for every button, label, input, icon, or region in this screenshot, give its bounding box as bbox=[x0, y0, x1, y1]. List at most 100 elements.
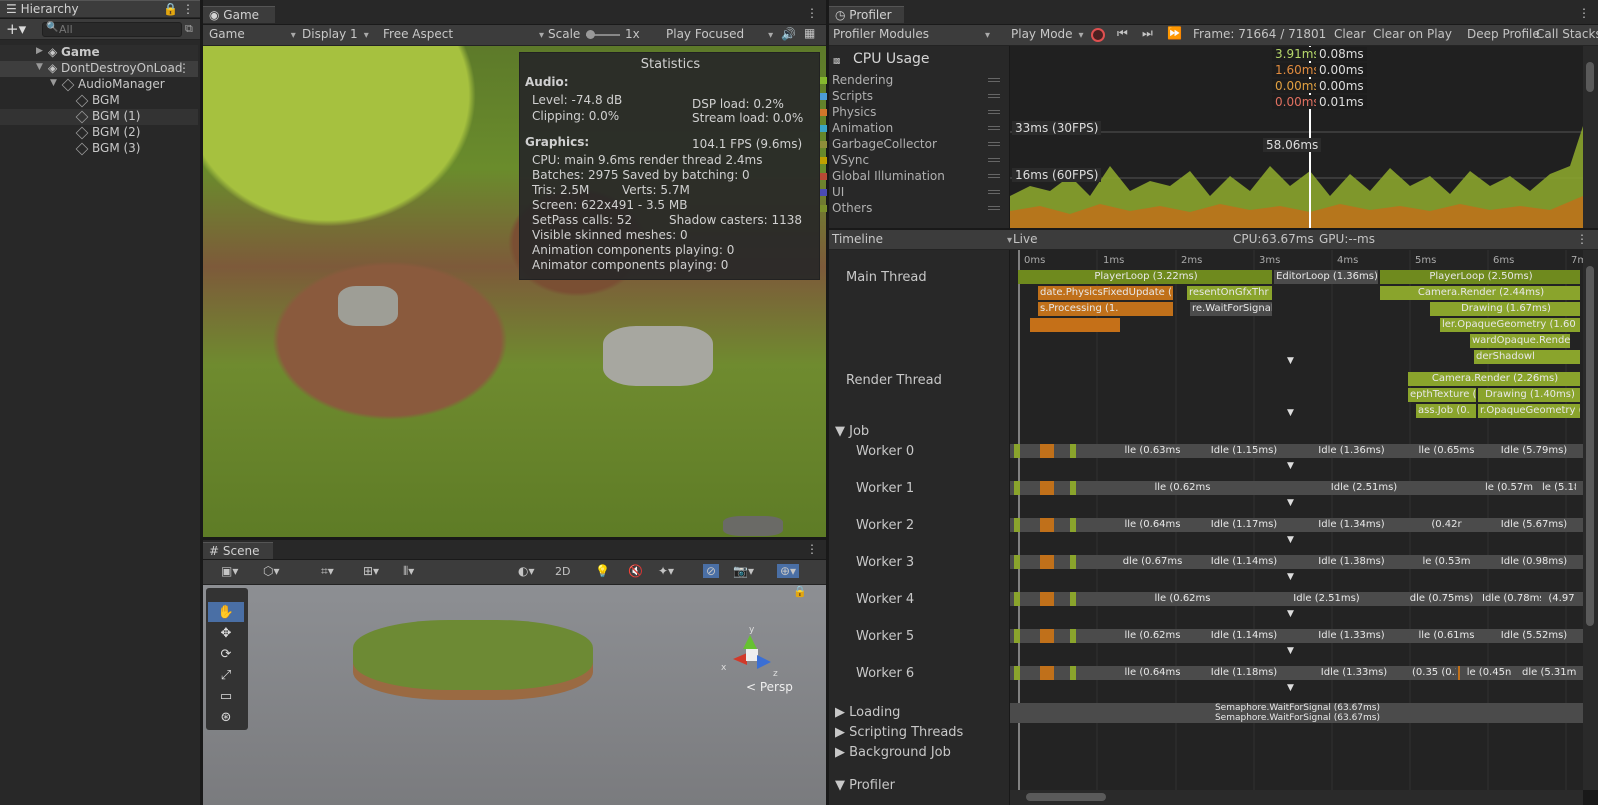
tree-item-bgm-3[interactable]: BGM (3) bbox=[0, 141, 198, 157]
worker-activity-sample[interactable] bbox=[1070, 629, 1076, 643]
add-icon[interactable]: +▾ bbox=[6, 20, 26, 38]
legend-item-rendering[interactable]: Rendering bbox=[820, 73, 1000, 87]
worker-activity-sample[interactable] bbox=[1040, 666, 1054, 680]
worker-6-label[interactable]: Worker 6 bbox=[856, 666, 914, 681]
worker-idle-sample[interactable]: le (5.18m bbox=[1540, 481, 1576, 495]
render-pass-job[interactable]: ass.Job (0. bbox=[1416, 404, 1476, 418]
expand-thread-icon[interactable]: ▼ bbox=[1287, 498, 1294, 508]
worker-activity-sample[interactable] bbox=[1014, 444, 1020, 458]
drag-handle-icon[interactable] bbox=[988, 126, 1000, 130]
lock-icon[interactable]: 🔒 bbox=[163, 2, 178, 16]
drag-handle-icon[interactable] bbox=[988, 206, 1000, 210]
drag-handle-icon[interactable] bbox=[988, 190, 1000, 194]
audio-mute-icon[interactable]: 🔊 bbox=[781, 27, 796, 41]
play-focused-dropdown[interactable]: Play Focused bbox=[666, 27, 773, 43]
legend-item-global-illumination[interactable]: Global Illumination bbox=[820, 169, 1000, 183]
legend-item-others[interactable]: Others bbox=[820, 201, 1000, 215]
worker-idle-sample[interactable]: Idle (1.33ms) bbox=[1300, 629, 1401, 643]
worker-idle-sample[interactable]: dle (0.75ms) bbox=[1405, 592, 1476, 606]
drag-handle-icon[interactable] bbox=[988, 158, 1000, 162]
worker-activity-sample[interactable] bbox=[1040, 592, 1054, 606]
scene-viewport[interactable]: y x z 🔒 < Persp bbox=[203, 585, 826, 805]
cpu-usage-chart[interactable]: 33ms (30FPS) 16ms (60FPS) 58.06ms 3.91ms… bbox=[1010, 46, 1583, 228]
grid-icon[interactable]: ⊞▾ bbox=[363, 564, 379, 578]
drag-handle-icon[interactable] bbox=[988, 78, 1000, 82]
worker-idle-sample[interactable]: Idle (1.18ms) bbox=[1190, 666, 1296, 680]
legend-swatch[interactable] bbox=[820, 189, 827, 196]
tree-item-bgm-2[interactable]: BGM (2) bbox=[0, 125, 198, 141]
expand-thread-icon[interactable]: ▼ bbox=[1287, 408, 1294, 418]
render-camera-render[interactable]: Camera.Render (2.26ms) bbox=[1408, 372, 1580, 386]
scrollbar-thumb[interactable] bbox=[1586, 62, 1594, 92]
worker-idle-sample[interactable]: (4.97 bbox=[1545, 592, 1576, 606]
sample-render-shadow[interactable]: derShadowl bbox=[1474, 350, 1580, 364]
worker-1-label[interactable]: Worker 1 bbox=[856, 481, 914, 496]
main-thread-label[interactable]: Main Thread bbox=[846, 270, 927, 285]
legend-item-physics[interactable]: Physics bbox=[820, 105, 1000, 119]
worker-idle-sample[interactable]: dle (0.67ms bbox=[1117, 555, 1186, 569]
worker-idle-sample[interactable]: Idle (1.38ms) bbox=[1300, 555, 1401, 569]
hierarchy-search-input[interactable] bbox=[42, 22, 182, 37]
worker-idle-sample[interactable]: lle (0.65ms bbox=[1405, 444, 1486, 458]
display-dropdown[interactable]: Display 1 bbox=[302, 27, 369, 43]
worker-idle-sample[interactable]: lle (0.64ms bbox=[1117, 666, 1186, 680]
worker-idle-sample[interactable]: lle (0.61ms bbox=[1405, 629, 1486, 643]
background-job-label[interactable]: ▶ Background Job bbox=[835, 745, 951, 760]
deep-profile-button[interactable]: Deep Profile bbox=[1467, 27, 1540, 41]
worker-idle-sample[interactable]: Idle (1.14ms) bbox=[1190, 629, 1296, 643]
move-tool-icon[interactable]: ✥ bbox=[208, 623, 244, 643]
worker-2-label[interactable]: Worker 2 bbox=[856, 518, 914, 533]
scrollbar-thumb[interactable] bbox=[1026, 793, 1106, 801]
render-depth-texture[interactable]: epthTexture ( bbox=[1408, 388, 1476, 402]
render-thread-label[interactable]: Render Thread bbox=[846, 373, 942, 388]
worker-activity-sample[interactable] bbox=[1040, 629, 1054, 643]
expand-thread-icon[interactable]: ▼ bbox=[1287, 461, 1294, 471]
worker-idle-sample[interactable]: Idle (5.79ms) bbox=[1490, 444, 1576, 458]
drag-handle-icon[interactable] bbox=[988, 142, 1000, 146]
play-mode-dropdown[interactable]: Play Mode bbox=[1011, 27, 1084, 43]
more-menu-icon[interactable]: ⋮ bbox=[178, 61, 190, 75]
more-menu-icon[interactable]: ⋮ bbox=[1578, 6, 1590, 20]
render-mode-icon[interactable]: ◐▾ bbox=[518, 564, 535, 578]
scale-slider-handle[interactable] bbox=[586, 30, 595, 39]
legend-item-garbagecollector[interactable]: GarbageCollector bbox=[820, 137, 1000, 151]
loading-semaphore-sample[interactable]: Semaphore.WaitForSignal (63.67ms) bbox=[1010, 703, 1583, 713]
timeline-vscrollbar[interactable] bbox=[1583, 250, 1598, 790]
drag-handle-icon[interactable] bbox=[988, 110, 1000, 114]
worker-0-label[interactable]: Worker 0 bbox=[856, 444, 914, 459]
sample-editorloop[interactable]: EditorLoop (1.36ms) bbox=[1274, 270, 1378, 284]
legend-swatch[interactable] bbox=[820, 173, 827, 180]
expand-thread-icon[interactable]: ▼ bbox=[1287, 572, 1294, 582]
expand-thread-icon[interactable]: ▼ bbox=[1287, 646, 1294, 656]
worker-idle-sample[interactable]: Idle (2.51ms) bbox=[1250, 592, 1401, 606]
worker-idle-sample[interactable]: Idle (5.67ms) bbox=[1490, 518, 1576, 532]
worker-activity-sample[interactable] bbox=[1070, 481, 1076, 495]
worker-activity-sample[interactable] bbox=[1014, 629, 1020, 643]
worker-activity-sample[interactable] bbox=[1070, 555, 1076, 569]
call-stacks-button[interactable]: Call Stacks bbox=[1536, 27, 1598, 41]
record-icon[interactable] bbox=[1091, 28, 1105, 42]
tree-item-audiomanager[interactable]: ▼ AudioManager bbox=[0, 77, 198, 93]
profiler-modules-dropdown[interactable]: Profiler Modules bbox=[833, 27, 1003, 43]
worker-idle-sample[interactable]: le (0.53m bbox=[1405, 555, 1486, 569]
worker-activity-sample[interactable] bbox=[1014, 555, 1020, 569]
worker-idle-sample[interactable]: Idle (1.33ms) bbox=[1300, 666, 1406, 680]
worker-idle-sample[interactable]: (0.42r bbox=[1405, 518, 1486, 532]
lock-icon[interactable]: 🔒 bbox=[793, 585, 807, 598]
effects-icon[interactable]: ✦▾ bbox=[658, 564, 674, 578]
expand-thread-icon[interactable]: ▼ bbox=[1287, 356, 1294, 366]
legend-item-vsync[interactable]: VSync bbox=[820, 153, 1000, 167]
sample-opaque-geometry[interactable]: ler.OpaqueGeometry (1.60 bbox=[1440, 318, 1580, 332]
worker-5-label[interactable]: Worker 5 bbox=[856, 629, 914, 644]
worker-idle-sample[interactable]: lle (0.63ms bbox=[1117, 444, 1186, 458]
worker-idle-sample[interactable]: Idle (1.15ms) bbox=[1190, 444, 1296, 458]
worker-idle-sample[interactable]: Idle (2.51ms) bbox=[1250, 481, 1476, 495]
rect-tool-icon[interactable]: ▭ bbox=[208, 686, 244, 706]
previous-frame-icon[interactable]: ⏮ bbox=[1117, 26, 1128, 41]
more-menu-icon[interactable]: ⋮ bbox=[806, 6, 818, 20]
worker-activity-sample[interactable] bbox=[1014, 666, 1020, 680]
worker-idle-sample[interactable]: lle (0.62ms bbox=[1117, 592, 1246, 606]
worker-activity-sample[interactable] bbox=[1070, 444, 1076, 458]
scale-tool-icon[interactable]: ⤢ bbox=[208, 665, 244, 685]
camera-icon[interactable]: 📷▾ bbox=[733, 564, 754, 578]
